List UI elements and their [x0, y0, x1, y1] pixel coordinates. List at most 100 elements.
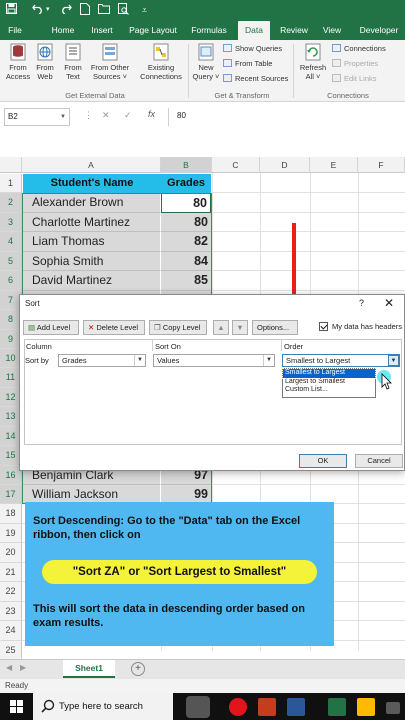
column-header-d[interactable]: D — [260, 157, 310, 173]
file-explorer-icon[interactable] — [357, 698, 375, 716]
refresh-all-button[interactable]: Refresh All ˅ — [297, 43, 329, 81]
row-header-24[interactable]: 24 — [0, 621, 22, 641]
grade-cell[interactable]: 84 — [161, 251, 211, 272]
new-file-icon[interactable] — [80, 3, 90, 18]
row-header-18[interactable]: 18 — [0, 504, 22, 524]
chevron-down-icon[interactable]: ▼ — [60, 109, 66, 125]
redo-icon[interactable] — [60, 3, 72, 17]
word-icon[interactable] — [287, 698, 305, 716]
student-name-cell[interactable]: Sophia Smith — [23, 251, 160, 272]
row-header-1[interactable]: 1 — [0, 174, 22, 194]
my-data-headers-checkbox[interactable]: My data has headers — [319, 322, 402, 331]
move-down-button[interactable]: ▼ — [232, 320, 248, 335]
copy-level-button[interactable]: ❐ Copy Level — [149, 320, 207, 335]
order-option-custom-list[interactable]: Custom List... — [283, 386, 375, 395]
row-header-17[interactable]: 17 — [0, 485, 22, 505]
opera-icon[interactable] — [229, 698, 247, 716]
select-all-corner[interactable] — [0, 157, 22, 173]
column-header-b[interactable]: B — [161, 157, 212, 173]
new-query-button[interactable]: New Query ˅ — [192, 43, 220, 81]
row-header-5[interactable]: 5 — [0, 251, 22, 272]
sheet-tab-sheet1[interactable]: Sheet1 — [63, 660, 115, 678]
from-table-button[interactable]: From Table — [223, 59, 272, 68]
from-access-button[interactable]: From Access — [3, 43, 33, 81]
header-cell-grades[interactable]: Grades — [161, 174, 211, 193]
confirm-entry-icon[interactable]: ✓ — [124, 110, 132, 121]
row-header-25[interactable]: 25 — [0, 640, 22, 660]
row-header-21[interactable]: 21 — [0, 562, 22, 583]
powerpoint-icon[interactable] — [258, 698, 276, 716]
ok-button[interactable]: OK — [299, 454, 347, 468]
windows-start-icon[interactable] — [10, 700, 23, 713]
tab-insert[interactable]: Insert — [87, 21, 117, 40]
chevron-down-icon[interactable]: ▼ — [134, 355, 145, 366]
tab-developer[interactable]: Developer — [356, 21, 402, 40]
print-preview-icon[interactable] — [118, 3, 129, 18]
row-header-22[interactable]: 22 — [0, 582, 22, 602]
row-header-20[interactable]: 20 — [0, 543, 22, 563]
tab-view[interactable]: View — [319, 21, 345, 40]
header-cell-name[interactable]: Student's Name — [23, 174, 161, 193]
formula-input[interactable]: 80 — [168, 108, 403, 126]
row-header-3[interactable]: 3 — [0, 212, 22, 233]
open-folder-icon[interactable] — [98, 3, 110, 17]
properties-button[interactable]: Properties — [332, 59, 378, 68]
row-header-2[interactable]: 2 — [0, 193, 22, 213]
chevron-down-icon[interactable]: ▼ — [263, 355, 274, 366]
tab-data[interactable]: Data — [238, 21, 270, 40]
tab-home[interactable]: Home — [48, 21, 78, 40]
help-button[interactable]: ? — [359, 298, 364, 308]
row-header-19[interactable]: 19 — [0, 523, 22, 544]
from-web-button[interactable]: From Web — [32, 43, 58, 81]
grade-cell[interactable]: 80 — [161, 193, 211, 213]
tab-page-layout[interactable]: Page Layout — [127, 21, 179, 40]
name-box[interactable]: B2 ▼ — [4, 108, 70, 126]
order-select[interactable]: Smallest to Largest ▼ — [282, 354, 400, 367]
student-name-cell[interactable]: Alexander Brown — [23, 193, 160, 213]
edit-links-button[interactable]: Edit Links — [332, 74, 377, 83]
grade-cell[interactable]: 82 — [161, 232, 211, 252]
column-header-c[interactable]: C — [212, 157, 260, 173]
system-tray-icon[interactable] — [386, 702, 400, 714]
move-up-button[interactable]: ▲ — [213, 320, 229, 335]
camera-app-icon[interactable] — [186, 696, 210, 718]
taskbar-search[interactable]: Type here to search — [33, 693, 173, 720]
grade-cell[interactable]: 85 — [161, 271, 211, 291]
column-header-f[interactable]: F — [358, 157, 405, 173]
sheet-next-icon[interactable]: ▶ — [20, 663, 26, 672]
order-option-largest-to-smallest[interactable]: Largest to Smallest — [283, 378, 375, 387]
tab-review[interactable]: Review — [278, 21, 310, 40]
row-header-23[interactable]: 23 — [0, 601, 22, 622]
column-header-e[interactable]: E — [310, 157, 358, 173]
from-other-sources-button[interactable]: From Other Sources ˅ — [87, 43, 133, 81]
undo-dropdown-icon[interactable]: ▾ — [46, 3, 50, 17]
grade-cell[interactable]: 80 — [161, 212, 211, 233]
row-header-6[interactable]: 6 — [0, 271, 22, 291]
sort-by-select[interactable]: Grades ▼ — [58, 354, 146, 367]
row-header-4[interactable]: 4 — [0, 232, 22, 252]
add-level-button[interactable]: ▤ Add Level — [23, 320, 79, 335]
chevron-down-icon[interactable]: ▼ — [388, 355, 399, 366]
insert-function-icon[interactable]: fx — [148, 109, 155, 119]
excel-icon[interactable] — [328, 698, 346, 716]
delete-level-button[interactable]: ✕ Delete Level — [83, 320, 145, 335]
sort-on-select[interactable]: Values ▼ — [153, 354, 275, 367]
save-icon[interactable] — [6, 3, 17, 17]
order-option-smallest-to-largest[interactable]: Smallest to Largest — [282, 368, 376, 379]
student-name-cell[interactable]: Charlotte Martinez — [23, 212, 160, 233]
existing-connections-button[interactable]: Existing Connections — [138, 43, 184, 81]
customize-qat-icon[interactable]: ⩡ — [142, 3, 147, 17]
cancel-entry-icon[interactable]: ✕ — [102, 110, 110, 121]
add-sheet-icon[interactable]: + — [131, 662, 145, 676]
show-queries-button[interactable]: Show Queries — [223, 44, 282, 53]
column-header-a[interactable]: A — [22, 157, 161, 173]
connections-button[interactable]: Connections — [332, 44, 386, 53]
recent-sources-button[interactable]: Recent Sources — [223, 74, 288, 83]
tab-file[interactable]: File — [4, 21, 26, 40]
from-text-button[interactable]: From Text — [59, 43, 87, 81]
sheet-prev-icon[interactable]: ◀ — [6, 663, 12, 672]
cancel-button[interactable]: Cancel — [355, 454, 403, 468]
tab-formulas[interactable]: Formulas — [189, 21, 229, 40]
close-icon[interactable]: ✕ — [384, 296, 394, 310]
student-name-cell[interactable]: Liam Thomas — [23, 232, 160, 252]
